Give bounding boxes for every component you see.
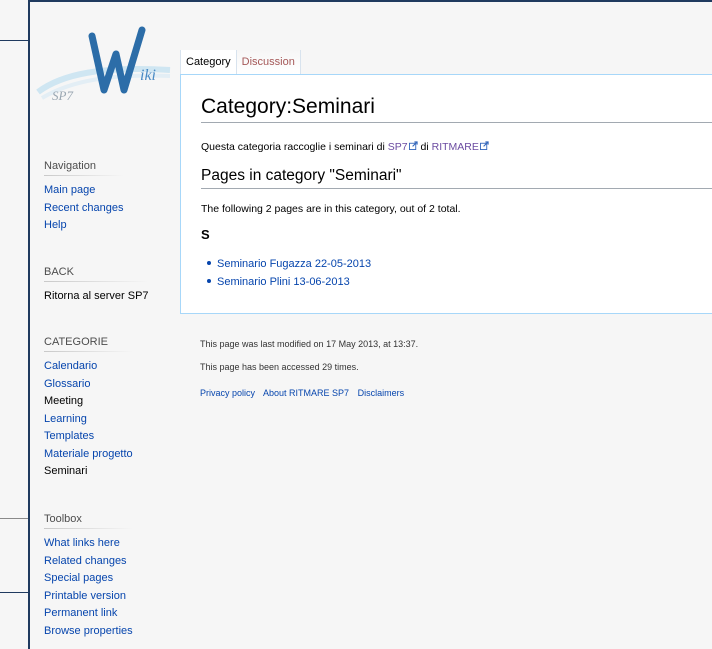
page-link-plini[interactable]: Seminario Plini 13-06-2013 — [217, 276, 350, 288]
sidebar-item-seminari[interactable]: Seminari — [44, 465, 87, 477]
sidebar-item-help[interactable]: Help — [44, 219, 67, 231]
page-title: Category:Seminari — [201, 95, 712, 123]
sidebar-item-glossario[interactable]: Glossario — [44, 378, 90, 390]
footer-last-modified: This page was last modified on 17 May 20… — [200, 339, 419, 349]
list-item: Seminario Fugazza 22-05-2013 — [207, 255, 371, 273]
edge-line — [0, 592, 28, 593]
portal-heading: Toolbox — [44, 513, 133, 529]
sidebar-item-related-changes[interactable]: Related changes — [44, 555, 127, 567]
external-link-icon — [408, 141, 418, 150]
portal-heading: BACK — [44, 266, 149, 282]
sidebar-item-recent-changes[interactable]: Recent changes — [44, 202, 124, 214]
footer-links: Privacy policy About RITMARE SP7 Disclai… — [200, 388, 410, 398]
portal-back: BACK Ritorna al server SP7 — [44, 266, 149, 306]
frame-left-border — [28, 0, 30, 649]
footer-about[interactable]: About RITMARE SP7 — [263, 388, 349, 398]
edge-line — [0, 40, 28, 41]
footer-accessed: This page has been accessed 29 times. — [200, 362, 359, 372]
portal-heading: CATEGORIE — [44, 336, 133, 352]
list-item: Seminario Plini 13-06-2013 — [207, 273, 371, 291]
footer-info: This page was last modified on 17 May 20… — [200, 338, 418, 384]
sidebar-item-learning[interactable]: Learning — [44, 413, 87, 425]
wiki-logo-image: iki SP7 — [36, 26, 171, 103]
desc-middle: di — [417, 141, 432, 153]
category-page-list: Seminario Fugazza 22-05-2013 Seminario P… — [207, 255, 371, 291]
logo-suffix: iki — [140, 67, 156, 84]
portal-categorie: CATEGORIE Calendario Glossario Meeting L… — [44, 336, 133, 481]
sidebar-item-calendario[interactable]: Calendario — [44, 360, 97, 372]
footer-disclaimers[interactable]: Disclaimers — [358, 388, 405, 398]
page-link-fugazza[interactable]: Seminario Fugazza 22-05-2013 — [217, 258, 371, 270]
sidebar-item-browse-properties[interactable]: Browse properties — [44, 625, 133, 637]
frame-top-border — [28, 0, 712, 2]
portal-navigation: Navigation Main page Recent changes Help — [44, 160, 124, 235]
portal-heading: Navigation — [44, 160, 124, 176]
sidebar-item-permanent-link[interactable]: Permanent link — [44, 607, 117, 619]
tab-discussion[interactable]: Discussion — [235, 50, 301, 74]
sidebar-item-special-pages[interactable]: Special pages — [44, 572, 113, 584]
bullet-icon — [207, 261, 211, 266]
content-area: Category:Seminari Questa categoria racco… — [180, 74, 712, 314]
sidebar-item-printable-version[interactable]: Printable version — [44, 590, 126, 602]
sidebar-item-what-links-here[interactable]: What links here — [44, 537, 120, 549]
portal-toolbox: Toolbox What links here Related changes … — [44, 513, 133, 640]
wiki-logo[interactable]: iki SP7 — [32, 14, 172, 114]
sidebar-item-templates[interactable]: Templates — [44, 430, 94, 442]
index-letter: S — [201, 227, 210, 242]
ritmare-link[interactable]: RITMARE — [432, 141, 479, 153]
edge-line — [0, 518, 28, 519]
sp7-link[interactable]: SP7 — [388, 141, 408, 153]
page-tabs: Category Discussion — [180, 50, 301, 74]
logo-sp7: SP7 — [52, 88, 73, 103]
sidebar-item-main-page[interactable]: Main page — [44, 184, 95, 196]
sidebar-item-materiale-progetto[interactable]: Materiale progetto — [44, 448, 133, 460]
sidebar-item-ritorna[interactable]: Ritorna al server SP7 — [44, 290, 149, 302]
category-description: Questa categoria raccoglie i seminari di… — [201, 141, 489, 153]
desc-prefix: Questa categoria raccoglie i seminari di — [201, 141, 388, 153]
external-link-icon — [479, 141, 489, 150]
bullet-icon — [207, 279, 211, 284]
footer-privacy-policy[interactable]: Privacy policy — [200, 388, 255, 398]
tab-category[interactable]: Category — [180, 50, 237, 74]
section-heading: Pages in category "Seminari" — [201, 167, 712, 189]
category-count-text: The following 2 pages are in this catego… — [201, 203, 461, 215]
sidebar-item-meeting[interactable]: Meeting — [44, 395, 83, 407]
